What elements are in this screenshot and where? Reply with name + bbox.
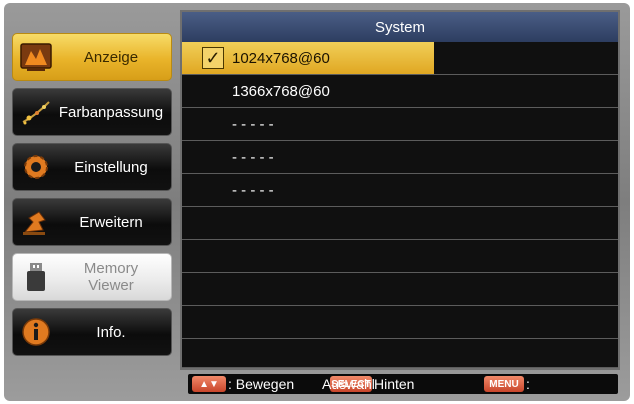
list-item[interactable]: 1366x768@60 [182,75,618,108]
sidebar-item-label: Memory Viewer [83,260,139,294]
sidebar-item-label: Info. [96,323,126,341]
back-hint: Hinten [374,376,415,392]
list-item-label: - - - - - [232,181,274,199]
list-item [182,273,618,306]
sidebar-item-farbanpassung[interactable]: Farbanpassung [12,88,172,136]
extend-icon [23,211,46,235]
sidebar-item-memory-viewer[interactable]: Memory Viewer [12,253,172,301]
sidebar-item-anzeige[interactable]: Anzeige [12,33,172,81]
sidebar-item-label: Anzeige [83,48,139,66]
color-adjust-icon [22,101,50,125]
info-icon [22,318,50,346]
list-item[interactable]: - - - - - [182,174,618,207]
list-item-label: - - - - - [232,115,274,133]
panel-title: System [182,12,618,43]
list-item-label: - - - - - [232,148,274,166]
sidebar-item-label: Farbanpassung [58,103,164,121]
list-item [182,207,618,240]
sidebar-item-einstellung[interactable]: Einstellung [12,143,172,191]
list-item [182,240,618,273]
list-item[interactable]: - - - - - [182,141,618,174]
list-item[interactable]: ✓ 1024x768@60 [182,42,618,75]
checkmark-icon: ✓ [202,47,224,69]
list-item [182,339,618,368]
move-key-icon: ▲▼ [192,376,226,392]
move-hint: : Bewegen [228,376,295,392]
usb-drive-icon [27,263,45,291]
sidebar-item-erweitern[interactable]: Erweitern [12,198,172,246]
list-item-label: 1024x768@60 [232,49,330,67]
select-hint: Auswahl [322,376,375,392]
list-item[interactable]: - - - - - [182,108,618,141]
list-item-label: 1366x768@60 [232,82,330,100]
status-bar: ▲▼ : Bewegen SELECT Auswahl Hinten MENU … [188,374,618,394]
sidebar-item-label: Einstellung [74,158,148,176]
display-icon [20,43,52,71]
settings-gear-icon [24,155,48,179]
menu-hint: : [526,376,530,392]
sidebar-item-info[interactable]: Info. [12,308,172,356]
list-item [182,306,618,339]
system-panel: System ✓ 1024x768@60 1366x768@60 - - - -… [180,10,620,370]
sidebar-item-label: Erweitern [79,213,143,231]
menu-key-icon: MENU [484,376,524,392]
